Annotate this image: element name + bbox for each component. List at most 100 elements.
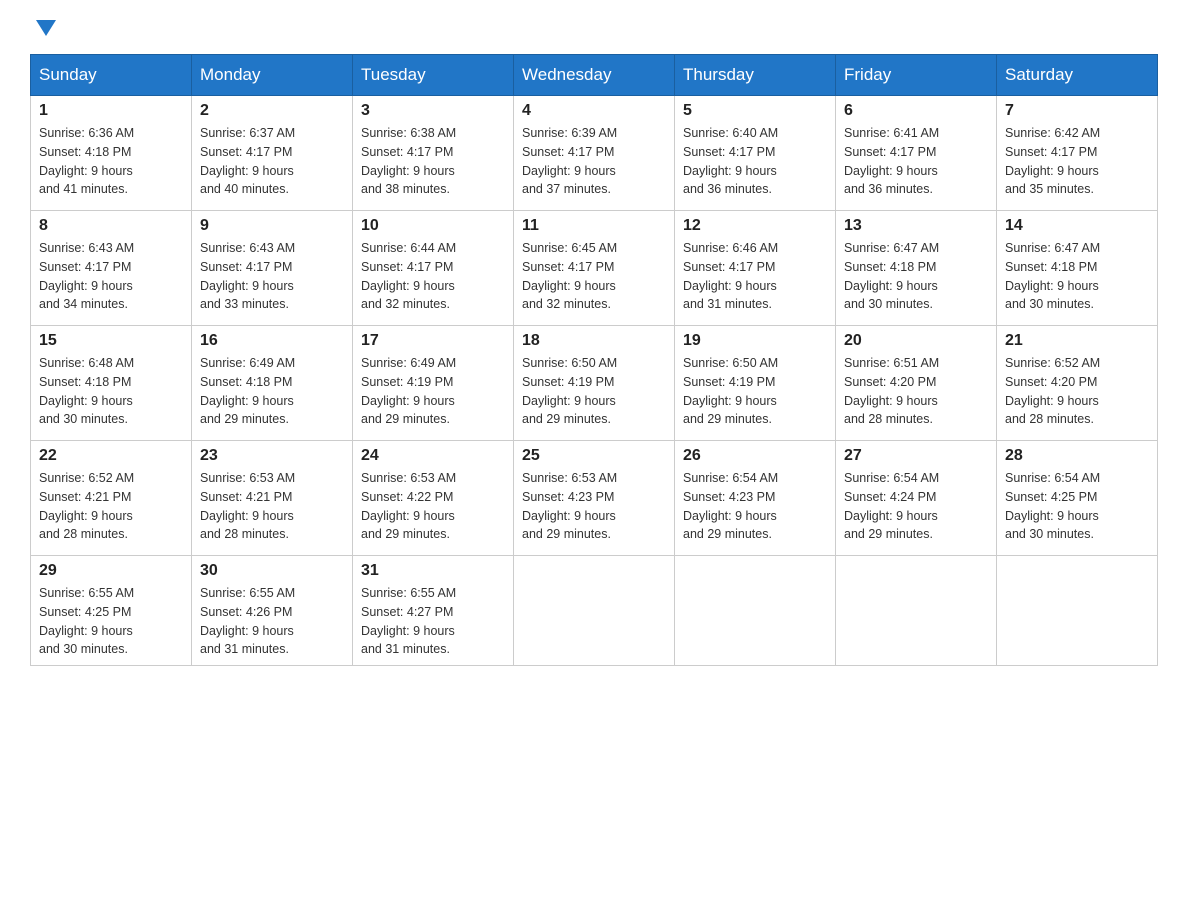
day-number: 25: [522, 447, 666, 465]
day-info: Sunrise: 6:55 AM Sunset: 4:26 PM Dayligh…: [200, 584, 344, 659]
day-number: 16: [200, 332, 344, 350]
day-number: 19: [683, 332, 827, 350]
day-info: Sunrise: 6:50 AM Sunset: 4:19 PM Dayligh…: [522, 354, 666, 429]
day-info: Sunrise: 6:38 AM Sunset: 4:17 PM Dayligh…: [361, 124, 505, 199]
day-info: Sunrise: 6:55 AM Sunset: 4:25 PM Dayligh…: [39, 584, 183, 659]
day-number: 10: [361, 217, 505, 235]
calendar-day-2: 2 Sunrise: 6:37 AM Sunset: 4:17 PM Dayli…: [192, 96, 353, 211]
day-number: 14: [1005, 217, 1149, 235]
day-number: 6: [844, 102, 988, 120]
calendar-day-25: 25 Sunrise: 6:53 AM Sunset: 4:23 PM Dayl…: [514, 441, 675, 556]
day-number: 22: [39, 447, 183, 465]
calendar-week-4: 22 Sunrise: 6:52 AM Sunset: 4:21 PM Dayl…: [31, 441, 1158, 556]
calendar-day-31: 31 Sunrise: 6:55 AM Sunset: 4:27 PM Dayl…: [353, 556, 514, 666]
day-info: Sunrise: 6:47 AM Sunset: 4:18 PM Dayligh…: [844, 239, 988, 314]
empty-cell: [675, 556, 836, 666]
calendar-day-21: 21 Sunrise: 6:52 AM Sunset: 4:20 PM Dayl…: [997, 326, 1158, 441]
weekday-header-tuesday: Tuesday: [353, 55, 514, 96]
calendar-day-17: 17 Sunrise: 6:49 AM Sunset: 4:19 PM Dayl…: [353, 326, 514, 441]
day-info: Sunrise: 6:49 AM Sunset: 4:18 PM Dayligh…: [200, 354, 344, 429]
day-number: 3: [361, 102, 505, 120]
day-info: Sunrise: 6:40 AM Sunset: 4:17 PM Dayligh…: [683, 124, 827, 199]
logo: [30, 20, 56, 34]
day-number: 24: [361, 447, 505, 465]
weekday-header-row: SundayMondayTuesdayWednesdayThursdayFrid…: [31, 55, 1158, 96]
day-info: Sunrise: 6:51 AM Sunset: 4:20 PM Dayligh…: [844, 354, 988, 429]
weekday-header-monday: Monday: [192, 55, 353, 96]
day-number: 31: [361, 562, 505, 580]
calendar-day-10: 10 Sunrise: 6:44 AM Sunset: 4:17 PM Dayl…: [353, 211, 514, 326]
day-number: 4: [522, 102, 666, 120]
day-info: Sunrise: 6:53 AM Sunset: 4:23 PM Dayligh…: [522, 469, 666, 544]
day-number: 26: [683, 447, 827, 465]
calendar-day-26: 26 Sunrise: 6:54 AM Sunset: 4:23 PM Dayl…: [675, 441, 836, 556]
day-info: Sunrise: 6:52 AM Sunset: 4:21 PM Dayligh…: [39, 469, 183, 544]
day-number: 5: [683, 102, 827, 120]
day-number: 13: [844, 217, 988, 235]
calendar-day-27: 27 Sunrise: 6:54 AM Sunset: 4:24 PM Dayl…: [836, 441, 997, 556]
day-info: Sunrise: 6:48 AM Sunset: 4:18 PM Dayligh…: [39, 354, 183, 429]
day-info: Sunrise: 6:43 AM Sunset: 4:17 PM Dayligh…: [200, 239, 344, 314]
day-info: Sunrise: 6:43 AM Sunset: 4:17 PM Dayligh…: [39, 239, 183, 314]
calendar-day-14: 14 Sunrise: 6:47 AM Sunset: 4:18 PM Dayl…: [997, 211, 1158, 326]
page-header: [30, 20, 1158, 34]
day-info: Sunrise: 6:44 AM Sunset: 4:17 PM Dayligh…: [361, 239, 505, 314]
day-info: Sunrise: 6:54 AM Sunset: 4:24 PM Dayligh…: [844, 469, 988, 544]
day-info: Sunrise: 6:46 AM Sunset: 4:17 PM Dayligh…: [683, 239, 827, 314]
day-number: 1: [39, 102, 183, 120]
calendar-day-12: 12 Sunrise: 6:46 AM Sunset: 4:17 PM Dayl…: [675, 211, 836, 326]
calendar-day-15: 15 Sunrise: 6:48 AM Sunset: 4:18 PM Dayl…: [31, 326, 192, 441]
calendar-day-16: 16 Sunrise: 6:49 AM Sunset: 4:18 PM Dayl…: [192, 326, 353, 441]
day-info: Sunrise: 6:50 AM Sunset: 4:19 PM Dayligh…: [683, 354, 827, 429]
calendar-day-7: 7 Sunrise: 6:42 AM Sunset: 4:17 PM Dayli…: [997, 96, 1158, 211]
day-number: 12: [683, 217, 827, 235]
empty-cell: [836, 556, 997, 666]
day-number: 9: [200, 217, 344, 235]
calendar-week-5: 29 Sunrise: 6:55 AM Sunset: 4:25 PM Dayl…: [31, 556, 1158, 666]
day-info: Sunrise: 6:54 AM Sunset: 4:25 PM Dayligh…: [1005, 469, 1149, 544]
calendar-day-13: 13 Sunrise: 6:47 AM Sunset: 4:18 PM Dayl…: [836, 211, 997, 326]
calendar-day-18: 18 Sunrise: 6:50 AM Sunset: 4:19 PM Dayl…: [514, 326, 675, 441]
calendar-day-8: 8 Sunrise: 6:43 AM Sunset: 4:17 PM Dayli…: [31, 211, 192, 326]
calendar-week-1: 1 Sunrise: 6:36 AM Sunset: 4:18 PM Dayli…: [31, 96, 1158, 211]
day-number: 28: [1005, 447, 1149, 465]
day-info: Sunrise: 6:52 AM Sunset: 4:20 PM Dayligh…: [1005, 354, 1149, 429]
day-number: 2: [200, 102, 344, 120]
weekday-header-friday: Friday: [836, 55, 997, 96]
calendar-day-20: 20 Sunrise: 6:51 AM Sunset: 4:20 PM Dayl…: [836, 326, 997, 441]
day-number: 11: [522, 217, 666, 235]
day-number: 29: [39, 562, 183, 580]
calendar-day-29: 29 Sunrise: 6:55 AM Sunset: 4:25 PM Dayl…: [31, 556, 192, 666]
calendar-day-4: 4 Sunrise: 6:39 AM Sunset: 4:17 PM Dayli…: [514, 96, 675, 211]
calendar-day-3: 3 Sunrise: 6:38 AM Sunset: 4:17 PM Dayli…: [353, 96, 514, 211]
day-info: Sunrise: 6:49 AM Sunset: 4:19 PM Dayligh…: [361, 354, 505, 429]
day-number: 15: [39, 332, 183, 350]
empty-cell: [997, 556, 1158, 666]
day-number: 17: [361, 332, 505, 350]
empty-cell: [514, 556, 675, 666]
calendar-day-6: 6 Sunrise: 6:41 AM Sunset: 4:17 PM Dayli…: [836, 96, 997, 211]
logo-triangle-icon: [36, 20, 56, 36]
calendar-day-28: 28 Sunrise: 6:54 AM Sunset: 4:25 PM Dayl…: [997, 441, 1158, 556]
calendar-day-11: 11 Sunrise: 6:45 AM Sunset: 4:17 PM Dayl…: [514, 211, 675, 326]
day-info: Sunrise: 6:45 AM Sunset: 4:17 PM Dayligh…: [522, 239, 666, 314]
day-number: 21: [1005, 332, 1149, 350]
calendar-day-30: 30 Sunrise: 6:55 AM Sunset: 4:26 PM Dayl…: [192, 556, 353, 666]
day-info: Sunrise: 6:53 AM Sunset: 4:21 PM Dayligh…: [200, 469, 344, 544]
day-info: Sunrise: 6:37 AM Sunset: 4:17 PM Dayligh…: [200, 124, 344, 199]
day-number: 27: [844, 447, 988, 465]
calendar-day-1: 1 Sunrise: 6:36 AM Sunset: 4:18 PM Dayli…: [31, 96, 192, 211]
calendar-day-22: 22 Sunrise: 6:52 AM Sunset: 4:21 PM Dayl…: [31, 441, 192, 556]
calendar-table: SundayMondayTuesdayWednesdayThursdayFrid…: [30, 54, 1158, 666]
day-number: 23: [200, 447, 344, 465]
day-number: 18: [522, 332, 666, 350]
day-info: Sunrise: 6:42 AM Sunset: 4:17 PM Dayligh…: [1005, 124, 1149, 199]
calendar-day-24: 24 Sunrise: 6:53 AM Sunset: 4:22 PM Dayl…: [353, 441, 514, 556]
day-info: Sunrise: 6:55 AM Sunset: 4:27 PM Dayligh…: [361, 584, 505, 659]
day-info: Sunrise: 6:39 AM Sunset: 4:17 PM Dayligh…: [522, 124, 666, 199]
weekday-header-wednesday: Wednesday: [514, 55, 675, 96]
day-info: Sunrise: 6:54 AM Sunset: 4:23 PM Dayligh…: [683, 469, 827, 544]
day-number: 30: [200, 562, 344, 580]
weekday-header-sunday: Sunday: [31, 55, 192, 96]
calendar-day-23: 23 Sunrise: 6:53 AM Sunset: 4:21 PM Dayl…: [192, 441, 353, 556]
